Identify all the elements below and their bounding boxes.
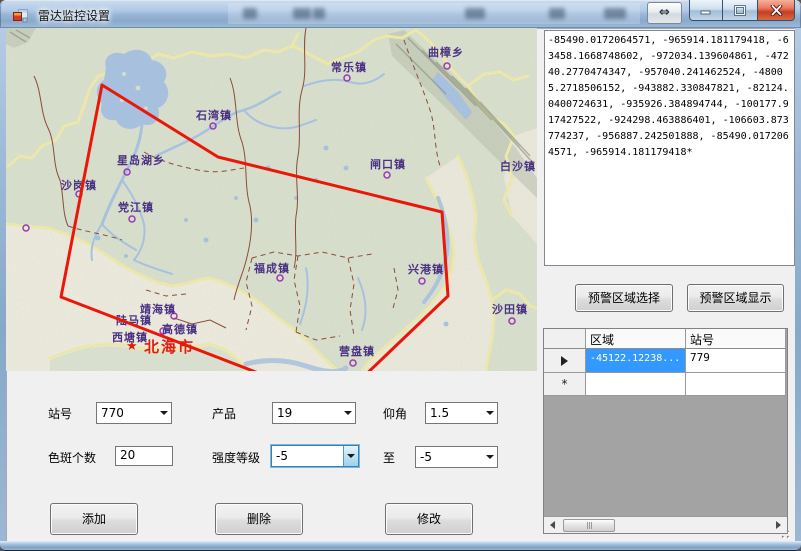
app-icon <box>12 7 28 23</box>
station-label: 站号 <box>48 405 72 422</box>
window-switcher-button[interactable]: ⇔ <box>647 2 682 24</box>
grid-cell-area[interactable]: -45122.12238... <box>586 349 686 373</box>
app-window: 雷达监控设置 ⇔ <box>0 0 801 551</box>
chevron-down-icon[interactable] <box>482 411 497 415</box>
chevron-down-icon[interactable] <box>482 455 497 459</box>
maximize-button[interactable] <box>723 0 757 21</box>
warn-area-display-button[interactable]: 预警区域显示 <box>687 284 784 312</box>
station-combo[interactable]: 770 <box>96 402 172 424</box>
chevron-down-icon[interactable] <box>343 446 358 466</box>
elevation-combo[interactable]: 1.5 <box>425 402 498 424</box>
area-data-grid[interactable]: 区域 站号 -45122.12238... 779 * <box>543 328 788 534</box>
client-area: 沙岗镇 星岛湖乡 党江镇 石湾镇 常乐镇 曲樟乡 闸口镇 白沙镇 福成镇 兴港镇… <box>6 28 795 541</box>
chevron-down-icon[interactable] <box>156 411 171 415</box>
background-window-artifact <box>549 8 565 19</box>
grid-cell-station-empty[interactable] <box>686 373 786 396</box>
to-combo[interactable]: -5 <box>415 446 498 468</box>
intensity-label: 强度等级 <box>212 449 260 466</box>
spots-label: 色斑个数 <box>48 449 96 466</box>
resize-grip[interactable] <box>777 525 791 539</box>
title-bar[interactable]: 雷达监控设置 ⇔ <box>0 0 801 28</box>
coordinates-textbox[interactable]: -85490.0172064571, -965914.181179418, -6… <box>544 30 795 266</box>
maximize-icon <box>734 5 746 16</box>
background-window-artifact <box>313 8 325 19</box>
product-combo[interactable]: 19 <box>272 402 356 424</box>
close-button[interactable] <box>757 0 795 21</box>
grid-cell-station[interactable]: 779 <box>686 349 786 373</box>
product-combo-value: 19 <box>273 406 340 420</box>
elevation-label: 仰角 <box>383 405 407 422</box>
grid-row-1[interactable]: -45122.12238... 779 <box>544 349 787 373</box>
close-icon <box>770 5 783 16</box>
modify-button[interactable]: 修改 <box>385 503 473 535</box>
background-window-artifact <box>293 8 311 19</box>
intensity-combo[interactable]: -5 <box>271 445 359 467</box>
grid-col-header-station[interactable]: 站号 <box>686 329 786 349</box>
window-title: 雷达监控设置 <box>38 7 110 24</box>
station-combo-value: 770 <box>97 406 156 420</box>
background-window-artifact <box>604 8 626 19</box>
grid-row-selector[interactable] <box>544 349 586 373</box>
grid-new-row-selector[interactable]: * <box>544 373 586 396</box>
grid-cell-area-empty[interactable] <box>586 373 686 396</box>
product-label: 产品 <box>212 405 236 422</box>
map-svg: 沙岗镇 星岛湖乡 党江镇 石湾镇 常乐镇 曲樟乡 闸口镇 白沙镇 福成镇 兴港镇… <box>6 28 537 371</box>
chevron-down-icon[interactable] <box>340 411 355 415</box>
grid-corner-cell[interactable] <box>544 329 586 349</box>
to-label: 至 <box>383 449 395 466</box>
scroll-left-arrow-icon[interactable] <box>544 517 561 533</box>
elevation-combo-value: 1.5 <box>426 406 482 420</box>
delete-button[interactable]: 删除 <box>215 503 303 535</box>
current-row-arrow-icon <box>561 356 568 366</box>
background-window-artifact <box>243 8 257 19</box>
minimize-icon <box>700 5 712 15</box>
background-window-artifact <box>228 3 640 24</box>
map-texture <box>6 28 537 371</box>
map-canvas[interactable]: 沙岗镇 星岛湖乡 党江镇 石湾镇 常乐镇 曲樟乡 闸口镇 白沙镇 福成镇 兴港镇… <box>6 28 537 371</box>
spots-input[interactable]: 20 <box>115 446 173 466</box>
caption-buttons <box>689 0 795 21</box>
background-window-artifact <box>465 8 485 19</box>
intensity-combo-value: -5 <box>272 449 343 463</box>
warn-area-select-button[interactable]: 预警区域选择 <box>575 284 673 312</box>
grid-new-row[interactable]: * <box>544 373 787 396</box>
scrollbar-thumb[interactable] <box>563 519 615 532</box>
window-bottom-border <box>0 541 801 551</box>
minimize-button[interactable] <box>689 0 723 21</box>
grid-col-header-area[interactable]: 区域 <box>586 329 686 349</box>
grid-header-row: 区域 站号 <box>544 329 787 349</box>
add-button[interactable]: 添加 <box>50 503 138 535</box>
grid-horizontal-scrollbar[interactable] <box>544 516 787 533</box>
to-combo-value: -5 <box>416 450 482 464</box>
